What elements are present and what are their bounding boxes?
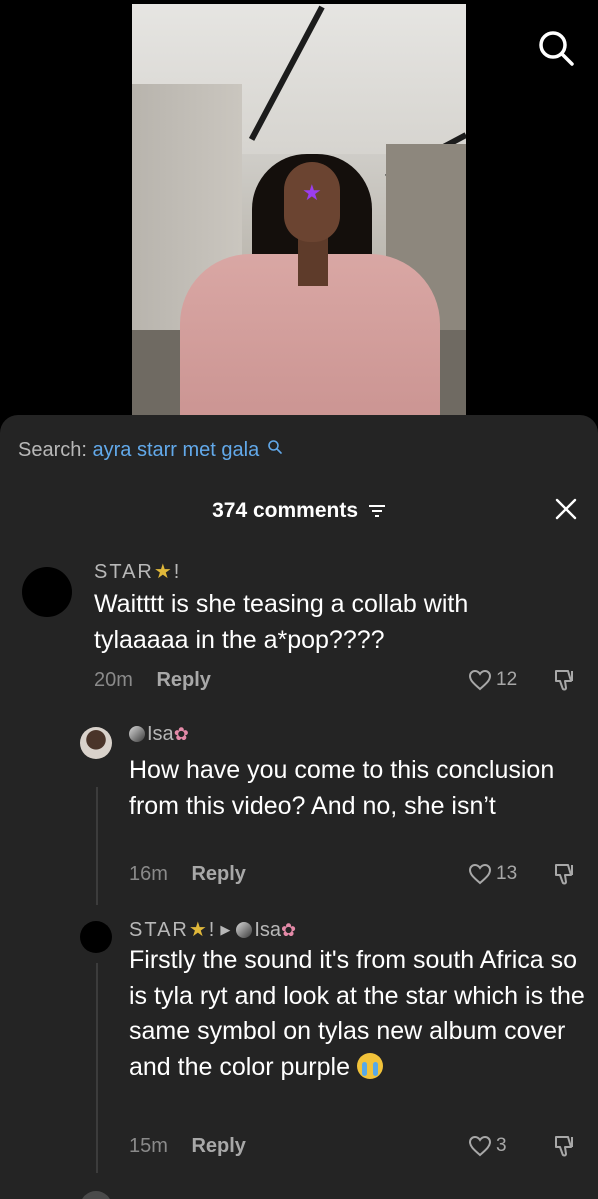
comment-meta: 16m Reply: [129, 863, 246, 886]
like-button[interactable]: 13: [468, 863, 517, 885]
like-count: 12: [496, 669, 518, 690]
search-small-icon: [267, 440, 282, 454]
like-button[interactable]: 3: [468, 1135, 507, 1157]
star-emoji: ★: [153, 561, 174, 583]
heart-outline-icon: [468, 669, 492, 691]
reply-button[interactable]: Reply: [191, 863, 245, 885]
like-button[interactable]: 12: [468, 669, 517, 691]
coconut-emoji: [236, 922, 253, 938]
reply-username[interactable]: STAR★! ▶ Isa✿: [129, 917, 296, 942]
comment-meta: 15m Reply: [129, 1135, 246, 1158]
username-text: STAR: [94, 561, 154, 583]
dislike-icon[interactable]: [552, 1133, 578, 1159]
dislike-icon[interactable]: [552, 667, 578, 693]
comments-count: 374 comments: [0, 499, 598, 523]
comment-username[interactable]: STAR★!: [94, 559, 181, 584]
thread-line: [96, 787, 98, 905]
video-player[interactable]: ★: [0, 0, 598, 430]
reply-arrow-icon: ▶: [220, 922, 233, 937]
like-count: 13: [496, 863, 518, 884]
star-emoji: ★: [188, 919, 209, 941]
avatar[interactable]: [80, 921, 112, 953]
person-neck: [298, 236, 328, 286]
comments-count-label: 374 comments: [212, 499, 359, 522]
video-frame[interactable]: ★: [132, 4, 466, 430]
avatar[interactable]: [80, 1191, 112, 1199]
comment-meta: 20m Reply: [94, 669, 211, 692]
comment-text: Waitttt is she teasing a collab with tyl…: [94, 590, 469, 654]
close-icon[interactable]: [554, 497, 578, 521]
username-text: Isa: [147, 723, 174, 745]
search-query-link[interactable]: ayra starr met gala: [93, 439, 260, 461]
flower-emoji: ✿: [173, 724, 189, 744]
reply-button[interactable]: Reply: [191, 1135, 245, 1157]
comment-time: 15m: [129, 1135, 168, 1157]
heart-outline-icon: [468, 1135, 492, 1157]
reply-username[interactable]: Isa✿: [129, 723, 189, 746]
crying-emoji-icon: [356, 1052, 383, 1079]
like-count: 3: [496, 1135, 507, 1156]
thread-line: [96, 963, 98, 1173]
reply-to-username: Isa: [254, 919, 282, 941]
search-label: Search:: [18, 439, 87, 461]
search-suggestion[interactable]: Search: ayra starr met gala: [18, 439, 283, 462]
comment-time: 16m: [129, 863, 168, 885]
avatar[interactable]: [80, 727, 112, 759]
comments-sheet: Search: ayra starr met gala 374 comments…: [0, 415, 598, 1199]
avatar[interactable]: [22, 567, 72, 617]
search-icon[interactable]: [536, 28, 576, 68]
dislike-icon[interactable]: [552, 861, 578, 887]
username-text: STAR: [129, 919, 189, 941]
comment-text: Firstly the sound it's from south Africa…: [129, 943, 589, 1085]
comment-time: 20m: [94, 669, 133, 691]
reply-button[interactable]: Reply: [156, 669, 210, 691]
flower-emoji: ✿: [281, 920, 297, 940]
filter-icon[interactable]: [368, 504, 386, 518]
heart-outline-icon: [468, 863, 492, 885]
star-sticker-icon: ★: [302, 180, 322, 205]
comment-text: How have you come to this conclusion fro…: [129, 756, 555, 820]
coconut-emoji: [129, 726, 145, 742]
